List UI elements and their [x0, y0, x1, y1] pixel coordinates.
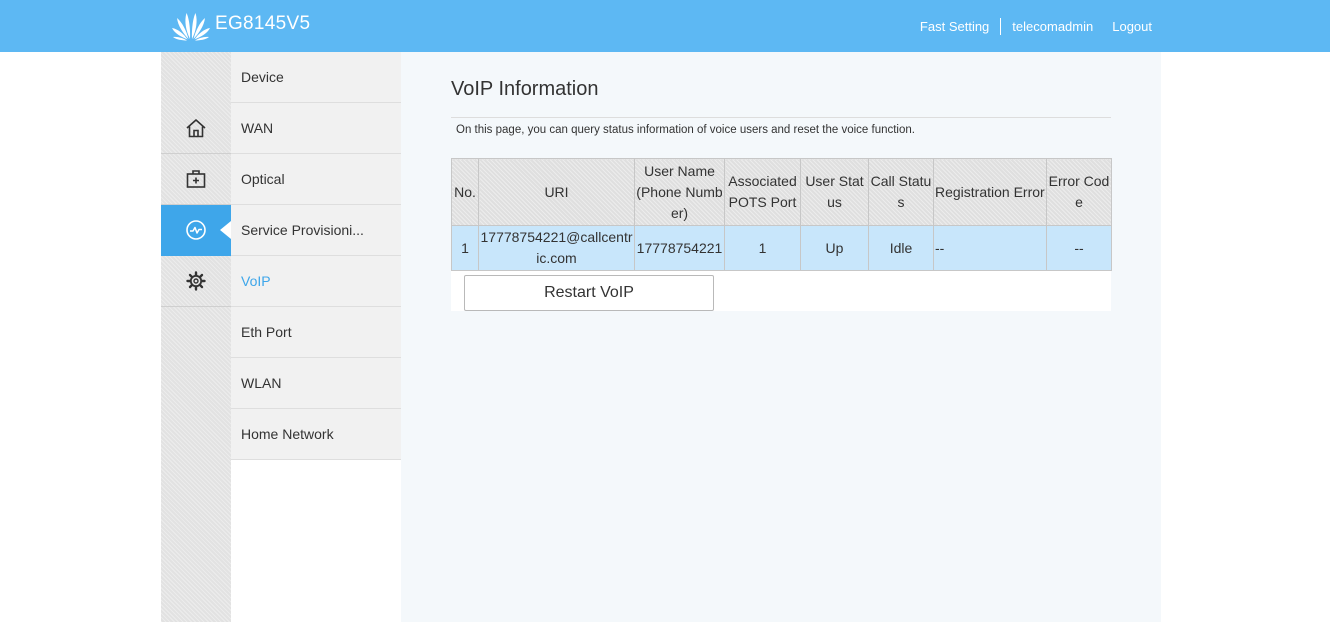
cell-no: 1 — [451, 225, 479, 271]
column-header-user-status: User Status — [800, 158, 869, 226]
sub-menu: Device WAN Optical Service Provisioni...… — [231, 52, 401, 460]
column-header-no: No. — [451, 158, 479, 226]
home-icon — [186, 119, 206, 138]
cell-user-name: 17778754221 — [634, 225, 725, 271]
column-header-error-code: Error Code — [1046, 158, 1112, 226]
gear-icon — [186, 271, 206, 291]
logout-link[interactable]: Logout — [1112, 19, 1152, 34]
user-link[interactable]: telecomadmin — [1012, 19, 1093, 34]
voip-table-panel: No. URI User Name (Phone Number) Associa… — [451, 158, 1112, 311]
column-header-uri: URI — [478, 158, 635, 226]
main-content: VoIP Information On this page, you can q… — [401, 52, 1161, 622]
menu-item-device[interactable]: Device — [231, 52, 401, 103]
cell-error-code: -- — [1046, 225, 1112, 271]
icon-sidebar — [161, 52, 231, 622]
column-header-call-status: Call Status — [868, 158, 934, 226]
menu-item-voip[interactable]: VoIP — [231, 256, 401, 307]
top-bar: EG8145V5 Fast Setting telecomadmin Logou… — [0, 0, 1330, 52]
medical-kit-icon — [186, 170, 206, 188]
menu-item-service-provisioning[interactable]: Service Provisioni... — [231, 205, 401, 256]
menu-item-wlan[interactable]: WLAN — [231, 358, 401, 409]
nav-diagnose[interactable] — [161, 154, 231, 205]
status-pulse-icon — [186, 220, 206, 240]
fast-setting-link[interactable]: Fast Setting — [920, 19, 989, 34]
page-title: VoIP Information — [451, 78, 599, 100]
restart-voip-button[interactable]: Restart VoIP — [464, 275, 714, 311]
column-header-registration-error: Registration Error — [933, 158, 1047, 226]
cell-uri: 17778754221@callcentric.com — [478, 225, 635, 271]
header-divider — [1000, 18, 1002, 35]
nav-settings[interactable] — [161, 256, 231, 307]
nav-status[interactable] — [161, 205, 231, 256]
product-name: EG8145V5 — [215, 13, 311, 34]
menu-item-wan[interactable]: WAN — [231, 103, 401, 154]
cell-pots-port: 1 — [724, 225, 801, 271]
menu-item-optical[interactable]: Optical — [231, 154, 401, 205]
column-header-user-name: User Name (Phone Number) — [634, 158, 725, 226]
menu-item-eth-port[interactable]: Eth Port — [231, 307, 401, 358]
cell-registration-error: -- — [933, 225, 1047, 271]
table-row: 1 17778754221@callcentric.com 1777875422… — [451, 225, 1112, 271]
menu-item-home-network[interactable]: Home Network — [231, 409, 401, 460]
cell-user-status: Up — [800, 225, 869, 271]
title-divider — [451, 117, 1111, 118]
column-header-pots-port: Associated POTS Port — [724, 158, 801, 226]
table-header-row: No. URI User Name (Phone Number) Associa… — [451, 158, 1112, 226]
cell-call-status: Idle — [868, 225, 934, 271]
voip-info-table: No. URI User Name (Phone Number) Associa… — [451, 158, 1112, 271]
page-description: On this page, you can query status infor… — [456, 124, 915, 136]
nav-home[interactable] — [161, 103, 231, 154]
header-links: Fast Setting telecomadmin Logout — [920, 18, 1152, 35]
huawei-logo-icon — [172, 13, 210, 41]
